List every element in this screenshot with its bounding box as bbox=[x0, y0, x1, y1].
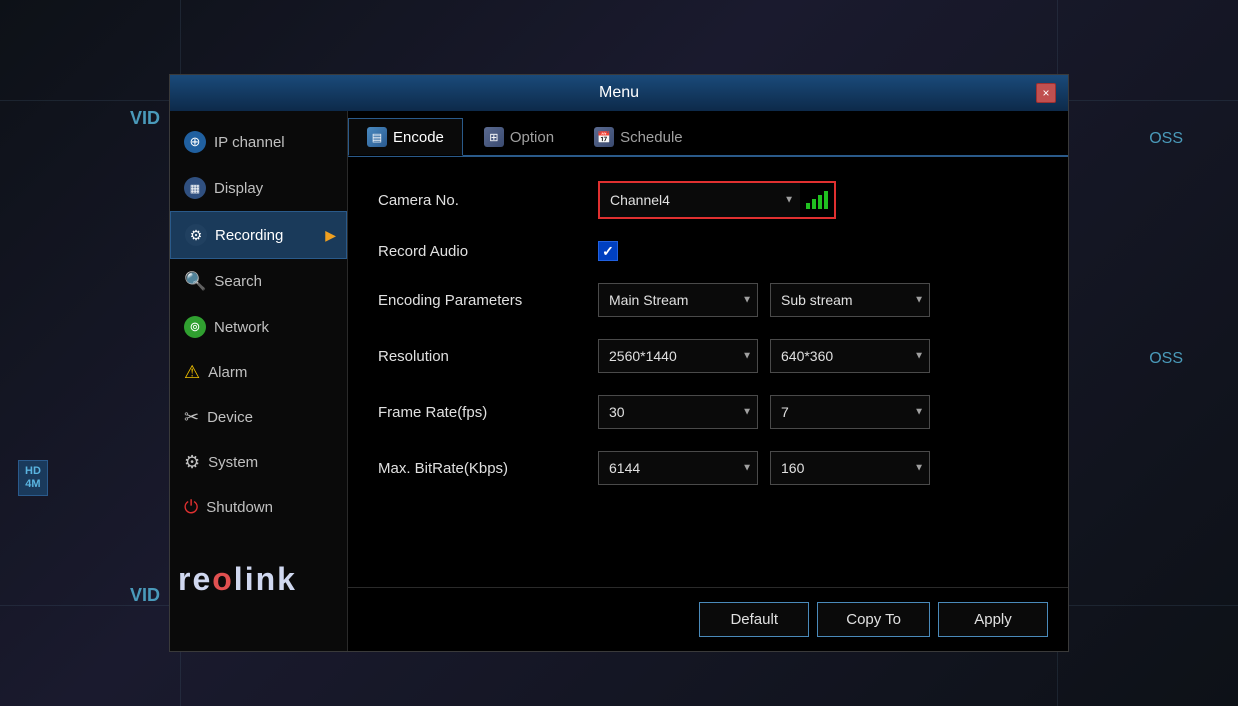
frame-rate-sub-select[interactable]: 7 5 3 1 bbox=[770, 395, 930, 429]
sidebar-label-device: Device bbox=[207, 409, 253, 426]
tab-schedule-label: Schedule bbox=[620, 129, 683, 146]
encode-form: Camera No. Channel4 Channel1 Channel2 Ch… bbox=[348, 157, 1068, 587]
ip-icon: ⊕ bbox=[184, 131, 206, 153]
default-button[interactable]: Default bbox=[699, 602, 809, 637]
content-panel: ▤ Encode ⊞ Option 📅 Schedule bbox=[348, 111, 1068, 651]
main-stream-wrapper: Main Stream Sub Stream ▼ bbox=[598, 283, 758, 317]
camera-no-label: Camera No. bbox=[378, 192, 578, 209]
encoding-params-label: Encoding Parameters bbox=[378, 292, 578, 309]
device-icon: ✂ bbox=[184, 407, 199, 428]
sidebar-item-alarm[interactable]: ⚠ Alarm bbox=[170, 350, 347, 395]
camera-no-row: Camera No. Channel4 Channel1 Channel2 Ch… bbox=[378, 181, 1038, 219]
camera-no-dropdown-wrapper: Channel4 Channel1 Channel2 Channel3 ▼ bbox=[598, 181, 836, 219]
modal-overlay: Menu × ⊕ IP channel ▦ Display ⚙ Recor bbox=[0, 0, 1238, 706]
record-audio-checkbox[interactable] bbox=[598, 241, 618, 261]
encoding-params-controls: Main Stream Sub Stream ▼ Sub stream Main… bbox=[598, 283, 930, 317]
sidebar-label-ip-channel: IP channel bbox=[214, 134, 285, 151]
sidebar-item-search[interactable]: 🔍 Search bbox=[170, 259, 347, 304]
modal-body: ⊕ IP channel ▦ Display ⚙ Recording ▶ 🔍 bbox=[170, 111, 1068, 651]
sub-stream-wrapper: Sub stream Main Stream ▼ bbox=[770, 283, 930, 317]
sidebar-label-recording: Recording bbox=[215, 227, 283, 244]
option-tab-icon: ⊞ bbox=[484, 127, 504, 147]
bitrate-main-wrapper: 6144 4096 2048 1024 ▼ bbox=[598, 451, 758, 485]
modal-close-button[interactable]: × bbox=[1036, 83, 1056, 103]
modal-title: Menu bbox=[202, 84, 1036, 102]
resolution-main-select[interactable]: 2560*1440 1920*1080 1280*720 bbox=[598, 339, 758, 373]
tab-encode[interactable]: ▤ Encode bbox=[348, 118, 463, 156]
network-icon: ⊚ bbox=[184, 316, 206, 338]
search-icon: 🔍 bbox=[184, 271, 206, 292]
resolution-row: Resolution 2560*1440 1920*1080 1280*720 … bbox=[378, 339, 1038, 373]
encode-tab-icon: ▤ bbox=[367, 127, 387, 147]
recording-icon: ⚙ bbox=[185, 224, 207, 246]
frame-rate-main-select[interactable]: 30 25 20 15 10 7 5 bbox=[598, 395, 758, 429]
sidebar-item-ip-channel[interactable]: ⊕ IP channel bbox=[170, 119, 347, 165]
brand-o: o bbox=[212, 561, 234, 597]
sidebar-label-network: Network bbox=[214, 319, 269, 336]
resolution-sub-wrapper: 640*360 320*180 ▼ bbox=[770, 339, 930, 373]
main-stream-select[interactable]: Main Stream Sub Stream bbox=[598, 283, 758, 317]
signal-bar-4 bbox=[824, 191, 828, 209]
camera-no-select[interactable]: Channel4 Channel1 Channel2 Channel3 bbox=[600, 183, 800, 217]
alarm-icon: ⚠ bbox=[184, 362, 200, 383]
sidebar-label-display: Display bbox=[214, 180, 263, 197]
bitrate-sub-select[interactable]: 160 128 64 bbox=[770, 451, 930, 485]
tab-encode-label: Encode bbox=[393, 129, 444, 146]
sub-stream-select[interactable]: Sub stream Main Stream bbox=[770, 283, 930, 317]
modal-footer: Default Copy To Apply bbox=[348, 587, 1068, 651]
recording-arrow-icon: ▶ bbox=[325, 227, 336, 244]
resolution-controls: 2560*1440 1920*1080 1280*720 ▼ 640*360 3… bbox=[598, 339, 930, 373]
sidebar-label-shutdown: Shutdown bbox=[206, 499, 273, 516]
frame-rate-label: Frame Rate(fps) bbox=[378, 404, 578, 421]
sidebar-item-recording[interactable]: ⚙ Recording ▶ bbox=[170, 211, 347, 259]
tab-option-label: Option bbox=[510, 129, 554, 146]
sidebar-label-search: Search bbox=[214, 273, 262, 290]
brand-link: link bbox=[234, 561, 297, 597]
signal-strength-icon bbox=[806, 191, 828, 209]
brand-text: re bbox=[178, 561, 212, 597]
modal-dialog: Menu × ⊕ IP channel ▦ Display ⚙ Recor bbox=[169, 74, 1069, 652]
record-audio-label: Record Audio bbox=[378, 243, 578, 260]
frame-rate-row: Frame Rate(fps) 30 25 20 15 10 7 bbox=[378, 395, 1038, 429]
sidebar-item-network[interactable]: ⊚ Network bbox=[170, 304, 347, 350]
tab-bar: ▤ Encode ⊞ Option 📅 Schedule bbox=[348, 111, 1068, 157]
modal-titlebar: Menu × bbox=[170, 75, 1068, 111]
sidebar-label-system: System bbox=[208, 454, 258, 471]
tab-option[interactable]: ⊞ Option bbox=[465, 118, 573, 156]
tab-schedule[interactable]: 📅 Schedule bbox=[575, 118, 702, 156]
signal-bar-2 bbox=[812, 199, 816, 209]
frame-rate-controls: 30 25 20 15 10 7 5 ▼ bbox=[598, 395, 930, 429]
frame-rate-main-wrapper: 30 25 20 15 10 7 5 ▼ bbox=[598, 395, 758, 429]
reolink-brand: reolink bbox=[178, 561, 297, 598]
schedule-tab-icon: 📅 bbox=[594, 127, 614, 147]
sidebar-item-display[interactable]: ▦ Display bbox=[170, 165, 347, 211]
signal-bar-1 bbox=[806, 203, 810, 209]
bitrate-controls: 6144 4096 2048 1024 ▼ 160 128 bbox=[598, 451, 930, 485]
bitrate-row: Max. BitRate(Kbps) 6144 4096 2048 1024 ▼ bbox=[378, 451, 1038, 485]
signal-bar-3 bbox=[818, 195, 822, 209]
camera-no-controls: Channel4 Channel1 Channel2 Channel3 ▼ bbox=[598, 181, 836, 219]
frame-rate-sub-wrapper: 7 5 3 1 ▼ bbox=[770, 395, 930, 429]
bitrate-sub-wrapper: 160 128 64 ▼ bbox=[770, 451, 930, 485]
record-audio-controls bbox=[598, 241, 618, 261]
resolution-main-wrapper: 2560*1440 1920*1080 1280*720 ▼ bbox=[598, 339, 758, 373]
sidebar-item-system[interactable]: ⚙ System bbox=[170, 440, 347, 485]
resolution-label: Resolution bbox=[378, 348, 578, 365]
system-icon: ⚙ bbox=[184, 452, 200, 473]
bitrate-main-select[interactable]: 6144 4096 2048 1024 bbox=[598, 451, 758, 485]
apply-button[interactable]: Apply bbox=[938, 602, 1048, 637]
camera-no-select-wrapper: Channel4 Channel1 Channel2 Channel3 ▼ bbox=[600, 183, 800, 217]
record-audio-row: Record Audio bbox=[378, 241, 1038, 261]
copy-to-button[interactable]: Copy To bbox=[817, 602, 930, 637]
shutdown-icon: ⏻ bbox=[184, 497, 198, 518]
sidebar-item-device[interactable]: ✂ Device bbox=[170, 395, 347, 440]
resolution-sub-select[interactable]: 640*360 320*180 bbox=[770, 339, 930, 373]
display-icon: ▦ bbox=[184, 177, 206, 199]
sidebar-label-alarm: Alarm bbox=[208, 364, 247, 381]
bitrate-label: Max. BitRate(Kbps) bbox=[378, 460, 578, 477]
encoding-params-row: Encoding Parameters Main Stream Sub Stre… bbox=[378, 283, 1038, 317]
sidebar-item-shutdown[interactable]: ⏻ Shutdown bbox=[170, 485, 347, 530]
